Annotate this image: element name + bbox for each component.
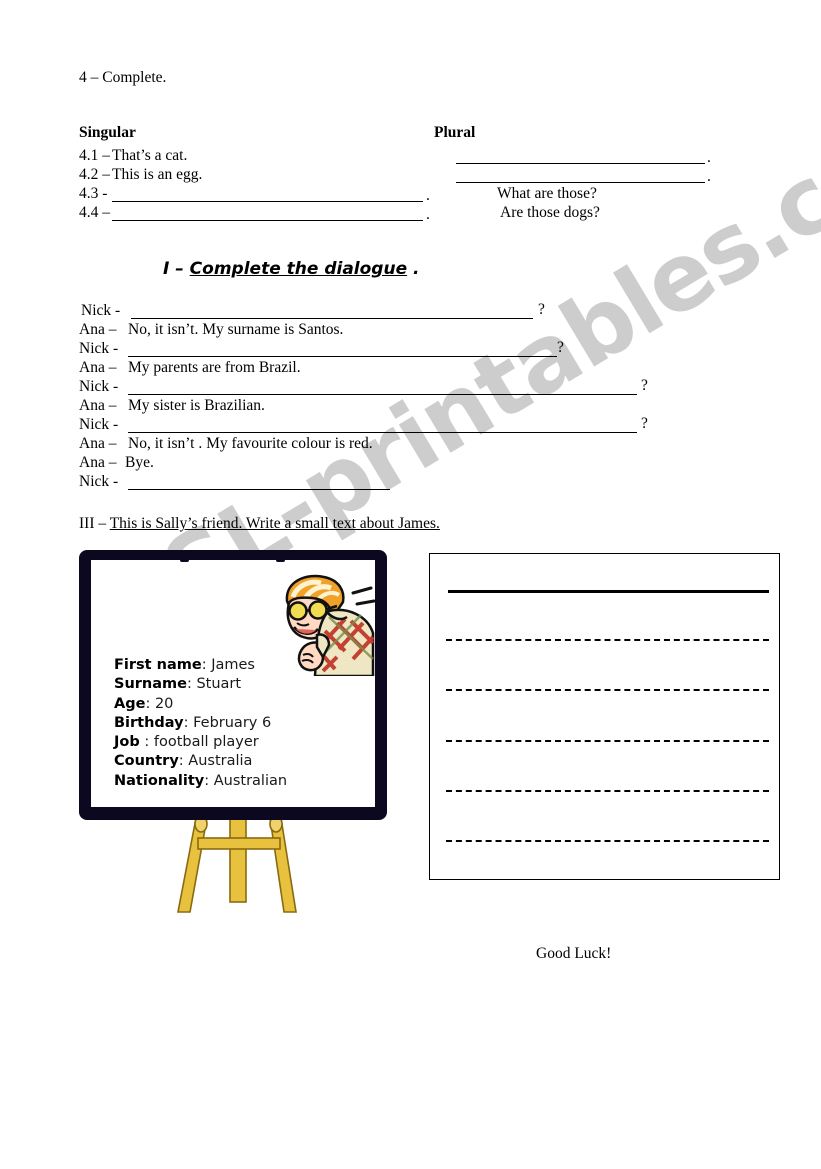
id-key-job: Job: [114, 734, 140, 751]
dialogue-text-6: My sister is Brazilian.: [128, 397, 265, 414]
id-field-surname: Surname: Stuart: [114, 675, 287, 694]
dialogue-heading-prefix: I –: [163, 259, 190, 279]
row-4-3-period: .: [426, 187, 430, 204]
exercise3-prefix: III –: [79, 515, 110, 532]
id-value-surname: Stuart: [196, 676, 242, 693]
id-sep-first-name: :: [201, 657, 212, 673]
id-key-birthday: Birthday: [114, 714, 184, 731]
row-4-3-number: 4.3 -: [79, 185, 108, 202]
id-card-blackboard: First name: James Surname: Stuart Age: 2…: [80, 551, 386, 819]
id-value-birthday: February 6: [193, 714, 272, 731]
dialogue-heading: I – Complete the dialogue .: [163, 259, 420, 279]
worksheet-page: ESL-printables.com 4 – Complete. Singula…: [0, 0, 821, 1169]
row-4-2-period: .: [707, 168, 711, 185]
row-4-1-singular: That’s a cat.: [112, 147, 188, 164]
id-sep-birthday: :: [183, 714, 194, 731]
id-sep-nationality: :: [204, 772, 214, 789]
row-4-3-plural: What are those?: [497, 185, 597, 202]
column-header-plural: Plural: [434, 124, 476, 141]
blackboard-clip-right-icon: [276, 555, 285, 562]
id-value-country: Australia: [188, 753, 253, 770]
id-key-country: Country: [114, 753, 179, 770]
dialogue-blank-3[interactable]: [128, 356, 557, 357]
easel-stand: [150, 812, 335, 917]
dialogue-text-4: My parents are from Brazil.: [128, 359, 301, 376]
dialogue-speaker-6: Ana –: [79, 397, 117, 414]
dialogue-mark-7: ?: [641, 415, 648, 432]
row-4-1-period: .: [707, 149, 711, 166]
row-4-4-period: .: [426, 206, 430, 223]
row-4-4-number: 4.4 –: [79, 204, 110, 221]
dialogue-blank-5[interactable]: [128, 394, 637, 395]
answer-line-dashed-5: [446, 840, 769, 842]
dialogue-mark-1: ?: [538, 301, 545, 318]
exercise3-underlined: This is Sally’s friend. Write a small te…: [109, 515, 440, 532]
exercise4-title: 4 – Complete.: [79, 69, 167, 86]
id-field-age: Age: 20: [114, 695, 287, 714]
blackboard-surface: First name: James Surname: Stuart Age: 2…: [91, 560, 376, 807]
dialogue-blank-10[interactable]: [128, 489, 390, 490]
id-sep-job: :: [139, 734, 154, 751]
id-key-nationality: Nationality: [114, 772, 205, 789]
id-card-fields: First name: James Surname: Stuart Age: 2…: [114, 656, 287, 791]
dialogue-speaker-1: Nick -: [81, 302, 121, 319]
id-sep-age: :: [145, 695, 155, 712]
dialogue-blank-7[interactable]: [128, 432, 637, 433]
dialogue-text-8: No, it isn’t . My favourite colour is re…: [128, 435, 373, 452]
dialogue-speaker-10: Nick -: [79, 473, 119, 490]
answer-line-dashed-2: [446, 689, 769, 691]
answer-line-dashed-4: [446, 790, 769, 792]
row-4-2-plural-blank[interactable]: [456, 182, 705, 183]
answer-writing-box[interactable]: [429, 553, 780, 880]
dialogue-heading-suffix: .: [407, 259, 420, 279]
id-field-nationality: Nationality: Australian: [114, 772, 287, 791]
id-field-first-name: First name: James: [114, 656, 287, 675]
dialogue-speaker-7: Nick -: [79, 416, 119, 433]
id-sep-country: :: [178, 753, 189, 770]
dialogue-text-9: Bye.: [125, 454, 154, 471]
exercise3-instruction: III – This is Sally’s friend. Write a sm…: [79, 515, 440, 533]
id-field-birthday: Birthday: February 6: [114, 714, 287, 733]
dialogue-speaker-2: Ana –: [79, 321, 117, 338]
row-4-4-plural: Are those dogs?: [500, 204, 600, 221]
row-4-1-plural-blank[interactable]: [456, 163, 705, 164]
row-4-1-number: 4.1 –: [79, 147, 110, 164]
id-key-age: Age: [114, 695, 146, 712]
column-header-singular: Singular: [79, 124, 136, 141]
blackboard-clip-left-icon: [180, 555, 189, 562]
row-4-2-number: 4.2 –: [79, 166, 110, 183]
dialogue-text-2: No, it isn’t. My surname is Santos.: [128, 321, 344, 338]
good-luck-text: Good Luck!: [536, 945, 612, 962]
dialogue-speaker-4: Ana –: [79, 359, 117, 376]
id-value-age: 20: [154, 695, 174, 712]
id-key-surname: Surname: [114, 676, 187, 693]
row-4-3-singular-blank[interactable]: [112, 201, 423, 202]
answer-line-dashed-1: [446, 639, 769, 641]
dialogue-mark-3: ?: [557, 339, 564, 356]
row-4-4-singular-blank[interactable]: [112, 220, 423, 221]
id-field-job: Job : football player: [114, 733, 287, 752]
dialogue-speaker-5: Nick -: [79, 378, 119, 395]
answer-line-solid: [448, 590, 769, 593]
id-value-job: football player: [153, 734, 259, 751]
dialogue-speaker-3: Nick -: [79, 340, 119, 357]
dialogue-speaker-9: Ana –: [79, 454, 117, 471]
dialogue-heading-underlined: Complete the dialogue: [189, 259, 408, 279]
dialogue-speaker-8: Ana –: [79, 435, 117, 452]
id-field-country: Country: Australia: [114, 752, 287, 771]
id-value-nationality: Australian: [213, 772, 288, 789]
dialogue-blank-1[interactable]: [131, 318, 533, 319]
row-4-2-singular: This is an egg.: [112, 166, 203, 183]
id-key-first-name: First name: [114, 657, 202, 673]
answer-line-dashed-3: [446, 740, 769, 742]
id-value-first-name: James: [211, 657, 255, 673]
dialogue-mark-5: ?: [641, 377, 648, 394]
